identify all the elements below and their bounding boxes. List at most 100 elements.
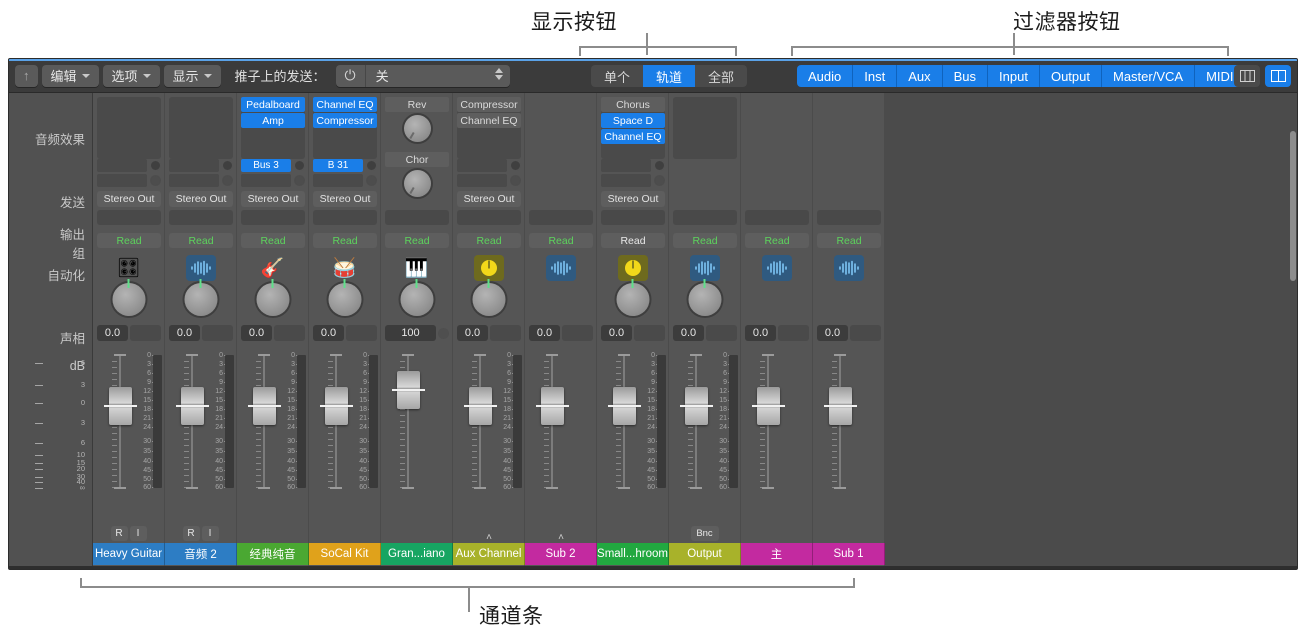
volume-fader[interactable]: [176, 387, 209, 425]
three-column-icon[interactable]: [1234, 65, 1260, 87]
send-level-knob[interactable]: [294, 175, 305, 186]
track-name[interactable]: Gran...iano: [381, 543, 453, 565]
automation-mode-button[interactable]: Read: [97, 233, 161, 248]
view-button-single[interactable]: 单个: [591, 65, 644, 87]
peak-value-field[interactable]: [202, 325, 233, 341]
volume-fader[interactable]: [248, 387, 281, 425]
peak-value-field[interactable]: [346, 325, 377, 341]
send-slot[interactable]: [241, 174, 291, 187]
automation-mode-button[interactable]: Read: [817, 233, 881, 248]
filter-button-output[interactable]: Output: [1039, 65, 1102, 87]
automation-mode-button[interactable]: Read: [673, 233, 737, 248]
channel-strip[interactable]: Read0.0MS: [813, 93, 885, 568]
volume-fader[interactable]: [104, 387, 137, 425]
volume-fader[interactable]: [464, 387, 497, 425]
mono-meter-icon[interactable]: [473, 255, 504, 281]
mono-meter-icon[interactable]: [617, 255, 648, 281]
channel-strip[interactable]: Read0.0MS: [525, 93, 597, 568]
output-slot[interactable]: Stereo Out: [241, 191, 305, 207]
group-slot[interactable]: [601, 210, 665, 225]
filter-button-input[interactable]: Input: [988, 65, 1040, 87]
volume-fader[interactable]: [536, 387, 569, 425]
peak-value-field[interactable]: [562, 325, 593, 341]
volume-value-field[interactable]: 100: [385, 325, 436, 341]
power-icon[interactable]: ⏻: [336, 64, 366, 87]
pan-knob[interactable]: [112, 279, 145, 316]
amp-cabinet-icon[interactable]: 🎛: [114, 255, 144, 281]
send-level-knob[interactable]: [222, 175, 233, 186]
menu-edit[interactable]: 编辑: [41, 64, 99, 87]
volume-value-field[interactable]: 0.0: [601, 325, 632, 341]
audio-waveform-icon[interactable]: [833, 255, 864, 281]
send-slot[interactable]: [97, 159, 147, 172]
audio-waveform-icon[interactable]: [761, 255, 792, 281]
send-slot[interactable]: [457, 159, 507, 172]
group-slot[interactable]: [529, 210, 593, 225]
track-name[interactable]: 经典纯音: [237, 543, 309, 565]
insert-slot[interactable]: Chorus: [601, 97, 665, 112]
insert-slot[interactable]: Chor: [385, 152, 449, 167]
group-slot[interactable]: [385, 210, 449, 225]
insert-slot[interactable]: Space D: [601, 113, 665, 128]
group-slot[interactable]: [673, 210, 737, 225]
insert-slot[interactable]: Rev: [385, 97, 449, 112]
peak-value-field[interactable]: [706, 325, 737, 341]
channel-strip[interactable]: Read0.0MD: [741, 93, 813, 568]
track-name[interactable]: Sub 2: [525, 543, 597, 565]
track-name[interactable]: 主: [741, 543, 813, 565]
channel-strip[interactable]: Stereo Out Read 🎛 0.0 6 3 0 3 6 10 15 20 30 40 ∞ 0 3 6 9 12…: [35, 93, 165, 568]
peak-value-field[interactable]: [490, 325, 521, 341]
peak-value-field[interactable]: [130, 325, 161, 341]
vertical-scrollbar[interactable]: [1290, 131, 1296, 281]
insert-slot[interactable]: Channel EQ: [313, 97, 377, 112]
send-level-knob[interactable]: [150, 175, 161, 186]
insert-slot[interactable]: Channel EQ: [601, 129, 665, 144]
pan-knob[interactable]: [400, 279, 433, 316]
send-slot[interactable]: [601, 174, 651, 187]
channel-strip[interactable]: RevChorRead🎹100M: [381, 93, 453, 568]
pan-knob[interactable]: [256, 279, 289, 316]
filter-button-audio[interactable]: Audio: [797, 65, 854, 87]
track-name[interactable]: Heavy Guitar: [93, 543, 165, 565]
automation-mode-button[interactable]: Read: [457, 233, 521, 248]
volume-fader[interactable]: [392, 371, 425, 409]
volume-fader[interactable]: [752, 387, 785, 425]
send-level-knob[interactable]: [294, 160, 305, 171]
group-slot[interactable]: [169, 210, 233, 225]
view-button-track[interactable]: 轨道: [643, 65, 696, 87]
group-slot[interactable]: [745, 210, 809, 225]
send-level-knob[interactable]: [654, 160, 665, 171]
expand-caret-icon[interactable]: ˄: [486, 533, 492, 543]
channel-strip[interactable]: Stereo Out Read 0.0 0 3 6 9 12 15 18 21 24 30 35 40 45 5…: [165, 93, 237, 568]
sends-on-fader-select[interactable]: 关: [366, 65, 510, 87]
peak-value-field[interactable]: [634, 325, 665, 341]
group-slot[interactable]: [817, 210, 881, 225]
group-slot[interactable]: [97, 210, 161, 225]
group-slot[interactable]: [313, 210, 377, 225]
track-name[interactable]: SoCal Kit: [309, 543, 381, 565]
volume-value-field[interactable]: 0.0: [529, 325, 560, 341]
insert-slot[interactable]: Compressor: [313, 113, 377, 128]
output-slot[interactable]: Stereo Out: [169, 191, 233, 207]
send-level-knob[interactable]: [403, 170, 431, 197]
send-slot[interactable]: [457, 174, 507, 187]
track-name[interactable]: Aux Channel: [453, 543, 525, 565]
channel-strip[interactable]: Read0.003691215182124303540455060BncMS: [669, 93, 741, 568]
volume-value-field[interactable]: 0.0: [97, 325, 128, 341]
audio-waveform-icon[interactable]: [545, 255, 576, 281]
volume-value-field[interactable]: 0.0: [241, 325, 272, 341]
two-column-icon[interactable]: [1265, 65, 1291, 87]
insert-slot[interactable]: Channel EQ: [457, 113, 521, 128]
send-level-knob[interactable]: [366, 160, 377, 171]
filter-button-bus[interactable]: Bus: [942, 65, 989, 87]
track-name[interactable]: 音频 2: [165, 543, 237, 565]
send-level-knob[interactable]: [222, 160, 233, 171]
channel-strip[interactable]: Compressor Channel EQ Stereo Out Read 0.0 0 3 6…: [453, 93, 525, 568]
back-button[interactable]: ↑: [15, 64, 38, 87]
volume-fader[interactable]: [824, 387, 857, 425]
output-slot[interactable]: Stereo Out: [457, 191, 521, 207]
pan-knob[interactable]: [184, 279, 217, 316]
volume-value-field[interactable]: 0.0: [457, 325, 488, 341]
grand-piano-icon[interactable]: 🎹: [402, 255, 432, 281]
output-slot[interactable]: Stereo Out: [313, 191, 377, 207]
